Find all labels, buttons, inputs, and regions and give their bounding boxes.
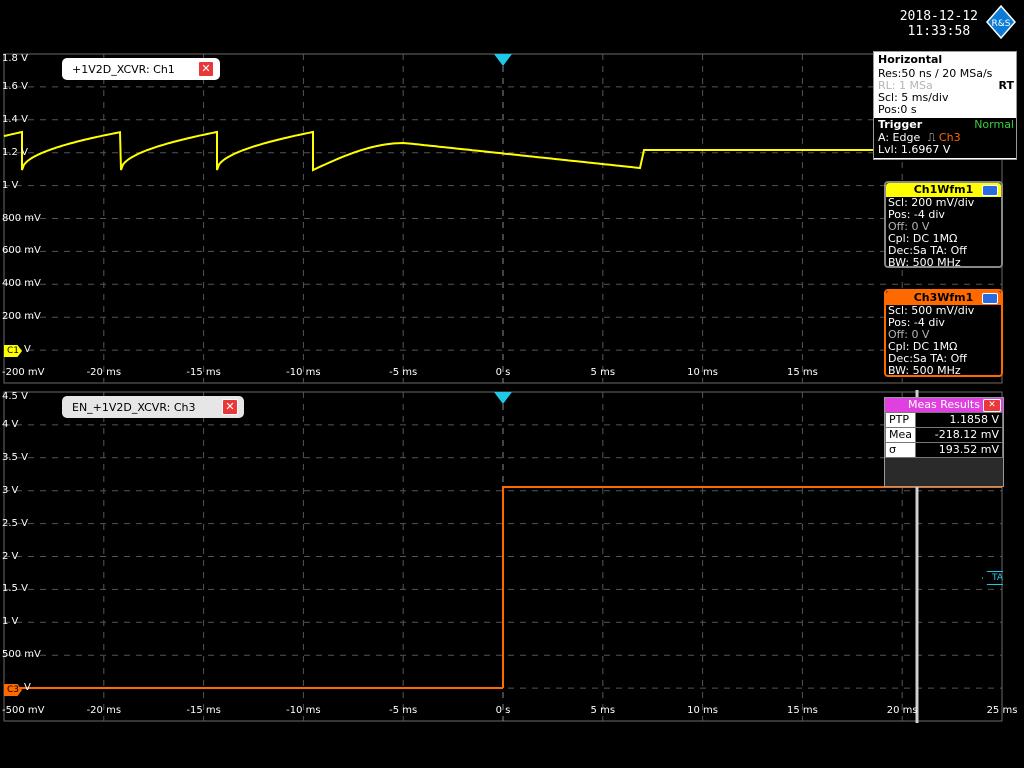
x-axis-label: 10 ms	[687, 367, 719, 378]
x-axis-label: -5 ms	[389, 367, 418, 378]
y-axis-label: 1 V	[2, 616, 19, 628]
trigger-title: Trigger	[878, 118, 923, 131]
x-axis-label: -5 ms	[389, 705, 418, 716]
ch3-title-text: EN_+1V2D_XCVR: Ch3	[72, 400, 196, 414]
meas-label: PTP	[885, 412, 916, 428]
y-axis-label: -200 mV	[2, 367, 45, 378]
meas-results-panel[interactable]: Meas Results ✕ PTP 1.1858 V Mea -218.12 mV σ…	[884, 397, 1004, 487]
close-icon[interactable]: ✕	[983, 399, 1001, 412]
meas-value: 1.1858 V	[915, 412, 1003, 428]
meas-row[interactable]: σ 193.52 mV	[885, 442, 1003, 458]
y-axis-label: 200 mV	[2, 311, 41, 323]
close-icon[interactable]: ✕	[222, 399, 238, 415]
meas-results-table: PTP 1.1858 V Mea -218.12 mV σ 193.52 mV	[885, 412, 1003, 458]
time-text: 11:33:58	[907, 24, 971, 39]
x-axis-label: 25 ms	[986, 705, 1018, 716]
date-text: 2018-12-12	[899, 9, 978, 24]
x-axis-label: -10 ms	[286, 705, 321, 716]
lower-diagram[interactable]: 4.5 V 4 V 3.5 V 3 V 2.5 V 2 V 1.5 V 1 V 500 mV V -…	[0, 390, 1017, 723]
ch1-settings-panel[interactable]: Ch1Wfm1 Scl: 200 mV/div Pos: -4 div Off: 0…	[884, 181, 1003, 269]
y-axis-label: V	[24, 682, 31, 694]
x-axis-label: 10 ms	[687, 705, 719, 716]
x-axis-label: 20 ms	[886, 705, 918, 716]
ch3-waveform-high	[502, 486, 1002, 688]
ch3-panel-title: Ch3Wfm1	[913, 291, 974, 304]
x-axis-label: 5 ms	[590, 705, 616, 716]
trigger-mode: Normal	[974, 118, 1014, 131]
x-axis-label: 0 s	[495, 367, 511, 378]
meas-row[interactable]: PTP 1.1858 V	[885, 412, 1003, 428]
x-axis-label: 15 ms	[786, 705, 818, 716]
meas-value: 193.52 mV	[915, 442, 1003, 458]
ch3-diagram-title[interactable]: EN_+1V2D_XCVR: Ch3 ✕	[62, 396, 244, 418]
upper-diagram[interactable]: 1.8 V 1.6 V 1.4 V 1.2 V 1 V 800 mV 600 mV 400 m…	[0, 52, 1004, 385]
y-axis-label: 2.5 V	[2, 517, 28, 529]
upper-grid	[3, 53, 1003, 384]
x-axis-label: -10 ms	[286, 367, 321, 378]
horizontal-title: Horizontal	[878, 53, 943, 66]
meas-results-title: Meas Results	[908, 398, 980, 411]
y-axis-label: 1.4 V	[2, 113, 28, 125]
y-axis-label: 500 mV	[2, 649, 41, 661]
x-axis-label: -15 ms	[186, 367, 221, 378]
minimize-icon[interactable]	[982, 185, 998, 196]
x-axis-label: 15 ms	[786, 367, 818, 378]
datetime: 2018-12-12 11:33:58	[900, 9, 978, 39]
ch3-settings-panel[interactable]: Ch3Wfm1 Scl: 500 mV/div Pos: -4 div Off: 0…	[884, 289, 1003, 377]
y-axis-label: 3.5 V	[2, 451, 28, 463]
y-axis-label: 400 mV	[2, 278, 41, 290]
panel-row: BW: 500 MHz	[888, 364, 961, 377]
y-axis-label: 1.5 V	[2, 583, 28, 595]
logo-text: R&S	[992, 19, 1011, 29]
meas-value: -218.12 mV	[915, 427, 1003, 443]
y-axis-label: 1.8 V	[2, 53, 28, 64]
trigger-level: Lvl: 1.6967 V	[874, 144, 1016, 158]
ch1-title-text: +1V2D_XCVR: Ch1	[72, 62, 175, 76]
horizontal-trigger-panel[interactable]: Horizontal Res:50 ns / 20 MSa/s RL: 1 MS…	[873, 51, 1017, 160]
trigger-position-marker[interactable]	[494, 54, 512, 66]
close-icon[interactable]: ✕	[198, 61, 214, 77]
y-axis-label: 2 V	[2, 550, 19, 562]
panel-row: BW: 500 MHz	[888, 256, 961, 269]
meas-label: σ	[885, 442, 916, 458]
y-axis-label: 4 V	[2, 418, 19, 430]
x-axis-label: 0 s	[495, 705, 511, 716]
horizontal-rl: RL: 1 MSa	[878, 79, 933, 92]
ch1-diagram-title[interactable]: +1V2D_XCVR: Ch1 ✕	[62, 58, 220, 80]
y-axis-label: 1 V	[2, 179, 19, 191]
meas-row[interactable]: Mea -218.12 mV	[885, 427, 1003, 443]
meas-label: Mea	[885, 427, 916, 443]
x-axis-label: -20 ms	[86, 705, 122, 716]
y-axis-label: 1.6 V	[2, 80, 28, 92]
y-axis-label: 600 mV	[2, 245, 41, 257]
y-axis-label: 800 mV	[2, 212, 41, 224]
ch1-panel-title: Ch1Wfm1	[913, 183, 974, 196]
y-axis-label: -500 mV	[2, 705, 45, 716]
x-axis-label: -20 ms	[86, 367, 122, 378]
lower-grid	[3, 390, 1003, 723]
y-axis-label: 1.2 V	[2, 146, 28, 158]
y-axis-label: 3 V	[2, 484, 19, 496]
y-axis-label: V	[24, 344, 31, 356]
x-axis-label: -15 ms	[186, 705, 221, 716]
horizontal-rt: RT	[998, 79, 1014, 92]
y-axis-label: 4.5 V	[2, 391, 28, 402]
horizontal-pos: Pos:0 s	[878, 103, 917, 116]
minimize-icon[interactable]	[982, 293, 998, 304]
trigger-position-marker[interactable]	[494, 392, 512, 404]
rs-logo: R&S	[986, 5, 1016, 39]
x-axis-label: 5 ms	[590, 367, 616, 378]
